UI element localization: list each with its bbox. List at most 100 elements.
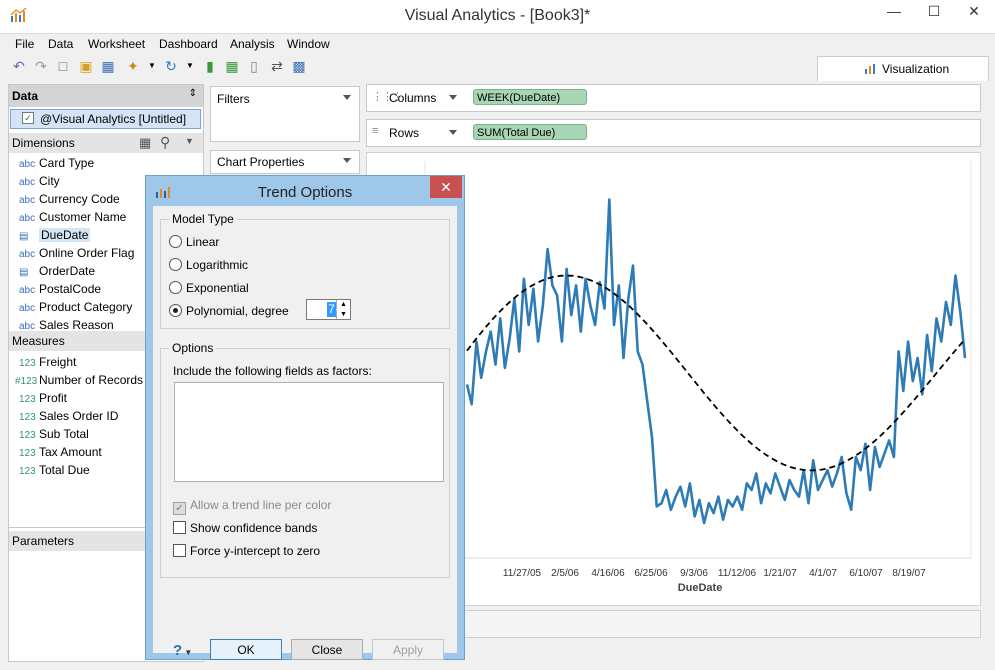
checkbox-label: Show confidence bands (190, 521, 318, 535)
field-city[interactable]: abc City (19, 174, 60, 192)
columns-shelf[interactable]: ⋮⋮⋮ Columns WEEK(DueDate) (366, 84, 981, 112)
number-icon: 123 (19, 466, 36, 477)
menu-data[interactable]: Data (48, 37, 73, 51)
menu-file[interactable]: File (15, 37, 34, 51)
chart-properties-title: Chart Properties (217, 155, 305, 169)
field-label: Sub Total (39, 427, 89, 441)
number-icon: 123 (19, 430, 36, 441)
stepper-up-icon[interactable]: ▲ (336, 300, 350, 309)
menu-dashboard[interactable]: Dashboard (159, 37, 218, 51)
close-window-icon[interactable]: ✕ (954, 0, 994, 24)
fit-icon[interactable]: ▩ (290, 57, 308, 75)
number-icon: 123 (19, 358, 36, 369)
undo-icon[interactable]: ↶ (10, 57, 28, 75)
chevron-down-icon[interactable] (343, 158, 351, 163)
field-postalcode[interactable]: abc PostalCode (19, 282, 101, 300)
checkbox-show-confidence-bands[interactable]: Show confidence bands (173, 521, 317, 535)
field-number-of-records[interactable]: #123 Number of Records (15, 373, 143, 391)
field-card-type[interactable]: abc Card Type (19, 156, 94, 174)
dialog-title: Trend Options (257, 184, 353, 201)
radio-dot (169, 281, 182, 294)
calc-number-icon: #123 (15, 376, 38, 387)
maximize-icon[interactable]: ☐ (914, 0, 954, 24)
checkmark-icon: ✓ (22, 112, 34, 124)
ok-button[interactable]: OK (210, 639, 282, 660)
sort-arrows-icon[interactable]: ⇕ (189, 88, 197, 99)
close-icon[interactable]: ✕ (430, 176, 462, 198)
x-tick-label: 4/16/06 (591, 568, 625, 579)
stepper-down-icon[interactable]: ▼ (336, 310, 350, 319)
field-customer-name[interactable]: abc Customer Name (19, 210, 126, 228)
wizard-icon[interactable]: ✦ (124, 57, 142, 75)
field-freight[interactable]: 123 Freight (19, 355, 76, 373)
radio-label: Linear (186, 235, 220, 249)
rows-label: Rows (389, 126, 420, 140)
save-icon[interactable]: ▦ (99, 57, 117, 75)
tab-visualization[interactable]: Visualization (817, 56, 989, 81)
field-tax-amount[interactable]: 123 Tax Amount (19, 445, 102, 463)
sort-icon[interactable]: ▯ (245, 57, 263, 75)
radio-dot (169, 258, 182, 271)
field-orderdate[interactable]: ▤ OrderDate (19, 264, 95, 282)
field-label: Product Category (39, 300, 133, 314)
options-label: Options (169, 341, 217, 355)
help-icon[interactable]: ? ▼ (173, 642, 192, 659)
field-label: City (39, 174, 60, 188)
add-chart-icon[interactable]: ▦ (223, 57, 241, 75)
checkbox-box (173, 521, 186, 534)
field-duedate[interactable]: ▤ DueDate (19, 228, 91, 246)
radio-logarithmic[interactable]: Logarithmic (169, 258, 248, 272)
table-icon[interactable]: ▦ (139, 135, 151, 151)
checkbox-force-y-intercept[interactable]: Force y-intercept to zero (173, 544, 320, 558)
visualization-icon (865, 64, 875, 74)
swap-icon[interactable]: ⇄ (268, 57, 286, 75)
new-sheet-icon[interactable]: □ (54, 57, 72, 75)
chevron-down-icon[interactable] (449, 95, 457, 100)
field-currency-code[interactable]: abc Currency Code (19, 192, 120, 210)
open-icon[interactable]: ▣ (77, 57, 95, 75)
chart-properties-panel[interactable]: Chart Properties (210, 150, 360, 174)
field-label: Customer Name (39, 210, 127, 224)
apply-button[interactable]: Apply (372, 639, 444, 660)
radio-polynomial[interactable]: Polynomial, degree (169, 304, 289, 318)
chevron-down-icon[interactable]: ▼ (181, 57, 199, 75)
factors-list[interactable] (174, 382, 444, 482)
rows-shelf[interactable]: ≡ Rows SUM(Total Due) (366, 119, 981, 147)
bar-chart-icon[interactable]: ▮ (201, 57, 219, 75)
menu-window[interactable]: Window (287, 37, 330, 51)
menu-worksheet[interactable]: Worksheet (88, 37, 145, 51)
minimize-icon[interactable]: — (874, 0, 914, 24)
number-icon: 123 (19, 448, 36, 459)
field-sales-reason[interactable]: abc Sales Reason (19, 318, 114, 330)
columns-pill[interactable]: WEEK(DueDate) (473, 89, 587, 105)
data-source-item[interactable]: ✓ @Visual Analytics [Untitled] (10, 109, 201, 129)
chevron-down-icon[interactable]: ▼ (143, 57, 161, 75)
checkbox-allow-trend-per-color[interactable]: ✓ Allow a trend line per color (173, 498, 331, 515)
field-sales-order-id[interactable]: 123 Sales Order ID (19, 409, 118, 427)
series-line[interactable] (465, 198, 967, 525)
refresh-icon[interactable]: ↻ (162, 57, 180, 75)
degree-stepper[interactable]: 7 ▲ ▼ (306, 299, 351, 320)
radio-dot (169, 235, 182, 248)
field-online-order-flag[interactable]: abc Online Order Flag (19, 246, 134, 264)
menu-analysis[interactable]: Analysis (230, 37, 275, 51)
chevron-down-icon[interactable] (343, 95, 351, 100)
search-icon[interactable]: ⚲ (160, 134, 170, 151)
close-button[interactable]: Close (291, 639, 363, 660)
field-product-category[interactable]: abc Product Category (19, 300, 132, 318)
filters-panel[interactable]: Filters (210, 86, 360, 142)
chevron-down-icon[interactable] (449, 130, 457, 135)
field-profit[interactable]: 123 Profit (19, 391, 67, 409)
radio-exponential[interactable]: Exponential (169, 281, 249, 295)
degree-value[interactable]: 7 (327, 302, 336, 317)
radio-linear[interactable]: Linear (169, 235, 219, 249)
field-label: Number of Records (39, 373, 144, 387)
field-sub-total[interactable]: 123 Sub Total (19, 427, 89, 445)
field-total-due[interactable]: 123 Total Due (19, 463, 90, 481)
rows-pill[interactable]: SUM(Total Due) (473, 124, 587, 140)
x-tick-label: 1/21/07 (763, 568, 797, 579)
menu-bar: File Data Worksheet Dashboard Analysis W… (0, 34, 995, 54)
redo-icon[interactable]: ↷ (32, 57, 50, 75)
number-icon: 123 (19, 412, 36, 423)
chevron-down-icon[interactable]: ▼ (185, 136, 194, 146)
